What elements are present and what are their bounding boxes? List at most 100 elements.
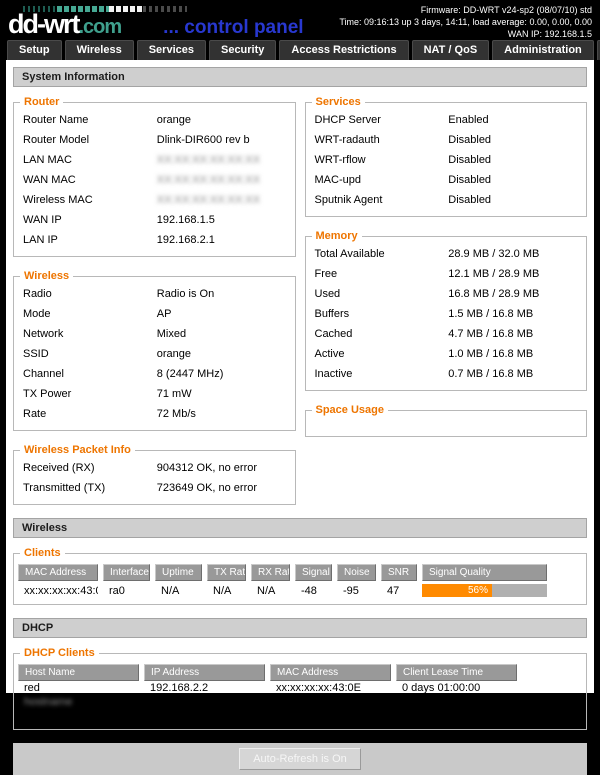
info-label: Router Model bbox=[23, 134, 157, 146]
cell-lease: 1 day 00:00:00 bbox=[396, 695, 517, 709]
nav-tabs: Setup Wireless Services Security Access … bbox=[0, 40, 600, 60]
info-label: Sputnik Agent bbox=[315, 194, 449, 206]
content-area: System Information Router Router Nameora… bbox=[6, 60, 594, 693]
cell-ip: 192.168.2.105 bbox=[144, 709, 265, 723]
info-value: orange bbox=[157, 348, 291, 360]
dhcp-clients-fieldset: DHCP Clients Host Name IP Address MAC Ad… bbox=[13, 647, 587, 730]
cell-ip: 192.168.2.107 bbox=[144, 695, 265, 709]
info-value: 72 Mb/s bbox=[157, 408, 291, 420]
info-value: 28.9 MB / 32.0 MB bbox=[448, 248, 582, 260]
col-header-rx-rate: RX Rate bbox=[251, 564, 290, 581]
info-label: Buffers bbox=[315, 308, 449, 320]
info-row: TX Power71 mW bbox=[14, 384, 295, 404]
page-header: dd-wrt.com ... control panel Firmware: D… bbox=[0, 0, 600, 40]
table-header-row: Host Name IP Address MAC Address Client … bbox=[18, 664, 582, 681]
info-row: Router ModelDlink-DIR600 rev b bbox=[14, 130, 295, 150]
info-value: Dlink-DIR600 rev b bbox=[157, 134, 291, 146]
dhcp-clients-table: Host Name IP Address MAC Address Client … bbox=[14, 661, 586, 723]
cell-mac: xx:xx:xx:xx:27:98 bbox=[270, 695, 391, 709]
info-value: 4.7 MB / 16.8 MB bbox=[448, 328, 582, 340]
tab-wireless[interactable]: Wireless bbox=[65, 40, 134, 60]
auto-refresh-button[interactable]: Auto-Refresh is On bbox=[239, 748, 361, 770]
info-label: WAN MAC bbox=[23, 174, 157, 186]
info-label: LAN IP bbox=[23, 234, 157, 246]
table-header-row: MAC Address Interface Uptime TX Rate RX … bbox=[18, 564, 582, 581]
wan-ip-text: WAN IP: 192.168.1.5 bbox=[339, 28, 592, 40]
info-row: Used16.8 MB / 28.9 MB bbox=[306, 284, 587, 304]
info-value: 1.5 MB / 16.8 MB bbox=[448, 308, 582, 320]
table-row: red 192.168.2.2 xx:xx:xx:xx:43:0E 0 days… bbox=[18, 681, 582, 695]
info-value: Disabled bbox=[448, 194, 582, 206]
info-label: WRT-radauth bbox=[315, 134, 449, 146]
cell-mac: xx:xx:xx:xx:43:0E bbox=[270, 681, 391, 695]
wireless-clients-legend: Clients bbox=[20, 547, 65, 559]
info-label: TX Power bbox=[23, 388, 157, 400]
info-label: Cached bbox=[315, 328, 449, 340]
info-value: orange bbox=[157, 114, 291, 126]
info-label: Free bbox=[315, 268, 449, 280]
space-usage-fieldset: Space Usage bbox=[305, 404, 588, 437]
info-row: SSIDorange bbox=[14, 344, 295, 364]
cell-noise: -95 bbox=[337, 581, 376, 598]
tab-services[interactable]: Services bbox=[137, 40, 206, 60]
info-value-redacted: XX:XX:XX:XX:XX:XX bbox=[157, 174, 291, 186]
info-row: DHCP ServerEnabled bbox=[306, 110, 587, 130]
table-row: * 192.168.2.105 xx:xx:xx:xx:DF:B5 1 day … bbox=[18, 709, 582, 723]
info-value: AP bbox=[157, 308, 291, 320]
section-dhcp: DHCP bbox=[13, 618, 587, 638]
col-header-tx-rate: TX Rate bbox=[207, 564, 246, 581]
col-header-signal-quality: Signal Quality bbox=[422, 564, 547, 581]
info-value: 192.168.1.5 bbox=[157, 214, 291, 226]
brand-domain: .com bbox=[78, 16, 121, 38]
cell-host: red bbox=[18, 681, 139, 695]
info-label: Network bbox=[23, 328, 157, 340]
tab-access-restrictions[interactable]: Access Restrictions bbox=[279, 40, 408, 60]
info-value: 8 (2447 MHz) bbox=[157, 368, 291, 380]
info-label: Inactive bbox=[315, 368, 449, 380]
cell-lease: 1 day 00:00:00 bbox=[396, 709, 517, 723]
info-label: Radio bbox=[23, 288, 157, 300]
info-label: Total Available bbox=[315, 248, 449, 260]
col-header-host-name: Host Name bbox=[18, 664, 139, 681]
info-row: Buffers1.5 MB / 16.8 MB bbox=[306, 304, 587, 324]
info-label: WRT-rflow bbox=[315, 154, 449, 166]
col-header-snr: SNR bbox=[381, 564, 417, 581]
info-row: Transmitted (TX)723649 OK, no error bbox=[14, 478, 295, 498]
signal-quality-fill: 56% bbox=[422, 584, 492, 597]
tab-security[interactable]: Security bbox=[209, 40, 276, 60]
info-row: Total Available28.9 MB / 32.0 MB bbox=[306, 244, 587, 264]
info-value-redacted: XX:XX:XX:XX:XX:XX bbox=[157, 194, 291, 206]
tab-setup[interactable]: Setup bbox=[7, 40, 62, 60]
info-label: LAN MAC bbox=[23, 154, 157, 166]
firmware-text: Firmware: DD-WRT v24-sp2 (08/07/10) std bbox=[339, 4, 592, 16]
table-row: hostname 192.168.2.107 xx:xx:xx:xx:27:98… bbox=[18, 695, 582, 709]
info-value: 71 mW bbox=[157, 388, 291, 400]
info-row: Active1.0 MB / 16.8 MB bbox=[306, 344, 587, 364]
col-header-lease-time: Client Lease Time bbox=[396, 664, 517, 681]
info-row: MAC-updDisabled bbox=[306, 170, 587, 190]
cell-ip: 192.168.2.2 bbox=[144, 681, 265, 695]
info-row: Router Nameorange bbox=[14, 110, 295, 130]
info-row: Received (RX)904312 OK, no error bbox=[14, 458, 295, 478]
wireless-legend: Wireless bbox=[20, 270, 73, 282]
info-label: Channel bbox=[23, 368, 157, 380]
col-header-ip-address: IP Address bbox=[144, 664, 265, 681]
section-wireless: Wireless bbox=[13, 518, 587, 538]
services-fieldset: Services DHCP ServerEnabled WRT-radauthD… bbox=[305, 96, 588, 217]
info-row: WRT-radauthDisabled bbox=[306, 130, 587, 150]
col-header-interface: Interface bbox=[103, 564, 150, 581]
uptime-text: Time: 09:16:13 up 3 days, 14:11, load av… bbox=[339, 16, 592, 28]
info-value: 12.1 MB / 28.9 MB bbox=[448, 268, 582, 280]
info-label: Received (RX) bbox=[23, 462, 157, 474]
info-row: Channel8 (2447 MHz) bbox=[14, 364, 295, 384]
wireless-packet-info-fieldset: Wireless Packet Info Received (RX)904312… bbox=[13, 444, 296, 505]
info-row: LAN IP192.168.2.1 bbox=[14, 230, 295, 250]
info-label: DHCP Server bbox=[315, 114, 449, 126]
cell-rx-rate: N/A bbox=[251, 581, 290, 598]
info-row: Wireless MACXX:XX:XX:XX:XX:XX bbox=[14, 190, 295, 210]
tab-nat-qos[interactable]: NAT / QoS bbox=[412, 40, 490, 60]
info-row: WRT-rflowDisabled bbox=[306, 150, 587, 170]
info-value: Mixed bbox=[157, 328, 291, 340]
tab-administration[interactable]: Administration bbox=[492, 40, 594, 60]
router-legend: Router bbox=[20, 96, 63, 108]
